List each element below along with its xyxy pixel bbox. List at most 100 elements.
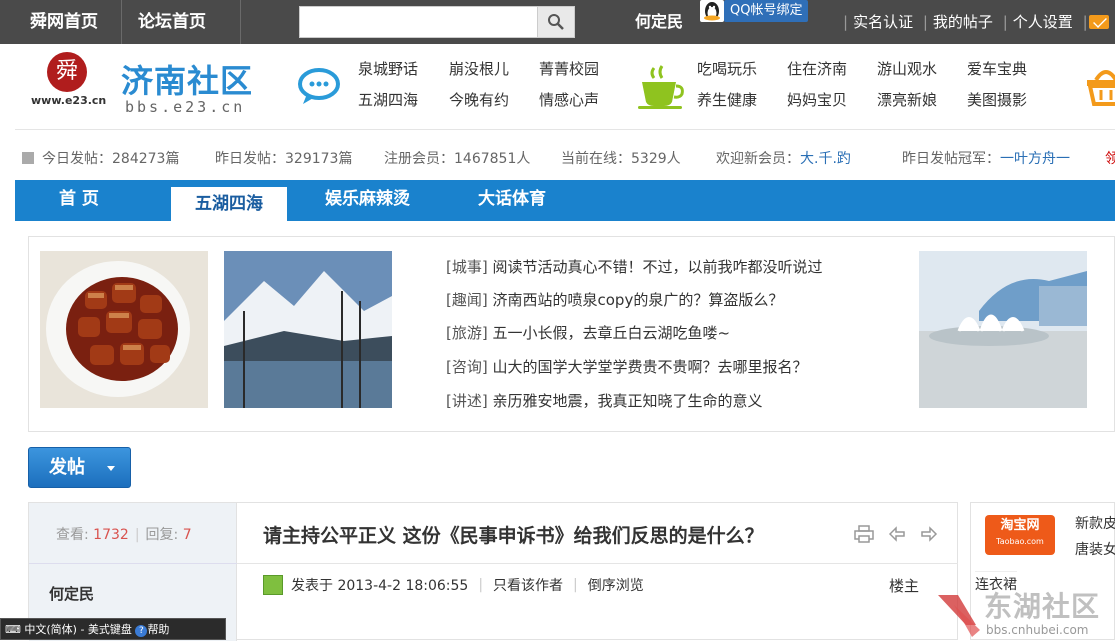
tab-wuhusihai[interactable]: 五湖四海 — [171, 184, 287, 221]
forum-link[interactable]: 情感心声 — [539, 89, 599, 110]
separator: | — [922, 13, 928, 31]
forum-link[interactable]: 泉城野话 — [358, 58, 418, 79]
only-author-link[interactable]: 只看该作者 — [493, 575, 563, 595]
qq-bind-button[interactable]: QQ帐号绑定 — [700, 0, 809, 22]
site-home-link[interactable]: 舜网首页 — [30, 0, 98, 44]
watermark-text: 东湖社区 — [984, 590, 1101, 623]
forum-link[interactable]: 爱车宝典 — [967, 58, 1027, 79]
help-icon: ? — [135, 625, 148, 637]
my-posts-link[interactable]: 我的帖子 — [933, 13, 993, 31]
previous-arrow-icon[interactable] — [888, 525, 906, 543]
next-arrow-icon[interactable] — [920, 525, 938, 543]
separator: | — [1082, 13, 1088, 31]
tab-home[interactable]: 首 页 — [59, 180, 99, 221]
list-item[interactable]: [旅游] 五一小长假，去章丘白云湖吃鱼喽~ — [446, 322, 730, 344]
search-input[interactable] — [299, 6, 538, 38]
news-title[interactable]: 五一小长假，去章丘白云湖吃鱼喽~ — [493, 324, 731, 342]
landscape-photo[interactable] — [224, 251, 392, 408]
site-header: 舜 www.e23.cn 济南社区 bbs.e23.cn 泉城野话 崩没根儿 菁… — [15, 44, 1115, 130]
search-icon — [548, 14, 564, 30]
author-name[interactable]: 何定民 — [49, 583, 94, 604]
news-category: [旅游] — [446, 324, 488, 342]
trailing-text: 领 — [1105, 151, 1115, 167]
forum-link[interactable]: 养生健康 — [697, 89, 757, 110]
forum-link[interactable]: 五湖四海 — [358, 89, 418, 110]
qq-penguin-icon — [700, 0, 724, 22]
list-item[interactable]: [城事] 阅读节活动真心不错！不过，以前我咋都没听说过 — [446, 256, 823, 278]
registered-members: 注册会员：1467851人 — [384, 151, 531, 167]
news-category: [城事] — [446, 258, 488, 276]
logo-seal: 舜 — [47, 52, 87, 92]
settings-link[interactable]: 个人设置 — [1013, 13, 1073, 31]
views-label: 查看: — [56, 527, 89, 543]
divider — [237, 563, 958, 564]
new-post-label: 发帖 — [49, 457, 85, 478]
reverse-order-link[interactable]: 倒序浏览 — [588, 575, 644, 595]
separator: | — [1002, 13, 1008, 31]
news-category: [讲述] — [446, 392, 488, 410]
list-item[interactable]: [讲述] 亲历雅安地震，我真正知晓了生命的意义 — [446, 390, 763, 412]
ime-bar[interactable]: ⌨ 中文(简体) - 美式键盘 ? 帮助 — [0, 618, 226, 640]
ad-line[interactable]: 唐装女 — [1075, 537, 1115, 563]
watermark: 东湖社区 bbs.cnhubei.com — [936, 585, 1115, 640]
taobao-logo-sub: Taobao.com — [996, 537, 1044, 546]
help-link[interactable]: 帮助 — [147, 623, 169, 636]
divider — [29, 563, 237, 564]
new-member-label: 欢迎新会员： — [716, 151, 800, 167]
forum-link[interactable]: 游山观水 — [877, 58, 937, 79]
square-photo[interactable] — [919, 251, 1087, 408]
replies-count: 7 — [182, 527, 192, 543]
news-title[interactable]: 山大的国学大学堂学费贵不贵啊？去哪里报名？ — [493, 358, 808, 376]
views-count: 1732 — [93, 527, 129, 543]
site-logo[interactable]: 舜 www.e23.cn — [31, 52, 106, 107]
thread-tools — [854, 525, 938, 543]
forum-link[interactable]: 妈妈宝贝 — [787, 89, 847, 110]
taobao-logo[interactable]: 淘宝网 Taobao.com — [985, 515, 1055, 555]
keyboard-icon: ⌨ — [5, 623, 21, 636]
user-online-icon — [263, 575, 283, 595]
ad-line[interactable]: 新款皮 — [1075, 511, 1115, 537]
print-icon[interactable] — [854, 525, 874, 543]
tab-entertainment[interactable]: 娱乐麻辣烫 — [325, 180, 410, 221]
news-title[interactable]: 济南西站的喷泉copy的泉广的？算盗版么？ — [493, 291, 784, 309]
champion-link[interactable]: 一叶方舟一 — [1000, 151, 1070, 167]
ime-language[interactable]: 中文(简体) - 美式键盘 — [24, 623, 132, 636]
forum-link[interactable]: 崩没根儿 — [449, 58, 509, 79]
forum-link[interactable]: 吃喝玩乐 — [697, 58, 757, 79]
username-link[interactable]: 何定民 — [635, 0, 683, 44]
forum-link[interactable]: 漂亮新娘 — [877, 89, 937, 110]
separator: | — [843, 13, 849, 31]
news-category: [咨询] — [446, 358, 488, 376]
new-member-link[interactable]: 大.千.趵 — [800, 151, 851, 167]
qq-bind-label: QQ帐号绑定 — [724, 0, 809, 22]
list-item[interactable]: [趣闻] 济南西站的喷泉copy的泉广的？算盗版么？ — [446, 289, 783, 311]
forum-link[interactable]: 美图摄影 — [967, 89, 1027, 110]
new-post-button[interactable]: 发帖 — [28, 447, 131, 488]
food-photo[interactable] — [40, 251, 208, 408]
search-button[interactable] — [537, 6, 575, 38]
divider — [121, 0, 122, 44]
replies-label: 回复: — [145, 527, 179, 543]
realname-auth-link[interactable]: 实名认证 — [853, 13, 913, 31]
forum-home-link[interactable]: 论坛首页 — [138, 0, 206, 44]
yesterday-posts: 昨日发帖：329173篇 — [215, 151, 353, 167]
forum-stats-bar: 今日发帖：284273篇 昨日发帖：329173篇 注册会员：1467851人 … — [15, 140, 1115, 178]
list-item[interactable]: [咨询] 山大的国学大学堂学费贵不贵啊？去哪里报名？ — [446, 356, 808, 378]
top-bar: 舜网首页 论坛首页 何定民 QQ帐号绑定 | 实名认证 | 我的帖子 | 个人设置 | — [0, 0, 1115, 44]
watermark-logo-icon — [938, 595, 980, 637]
tea-cup-icon — [638, 65, 684, 109]
forum-link[interactable]: 菁菁校园 — [539, 58, 599, 79]
news-category: [趣闻] — [446, 291, 488, 309]
forum-link[interactable]: 今晚有约 — [449, 89, 509, 110]
news-title[interactable]: 亲历雅安地震，我真正知晓了生命的意义 — [493, 392, 763, 410]
mail-icon[interactable] — [1089, 15, 1109, 29]
news-title[interactable]: 阅读节活动真心不错！不过，以前我咋都没听说过 — [493, 258, 823, 276]
flag-icon — [22, 152, 34, 164]
champion-label: 昨日发帖冠军： — [902, 151, 1000, 167]
site-url: bbs.e23.cn — [125, 98, 246, 116]
floor-label: 楼主 — [889, 577, 920, 595]
divider — [240, 0, 241, 44]
chat-bubble-icon — [298, 68, 340, 104]
tab-sports[interactable]: 大话体育 — [478, 180, 546, 221]
forum-link[interactable]: 住在济南 — [787, 58, 847, 79]
